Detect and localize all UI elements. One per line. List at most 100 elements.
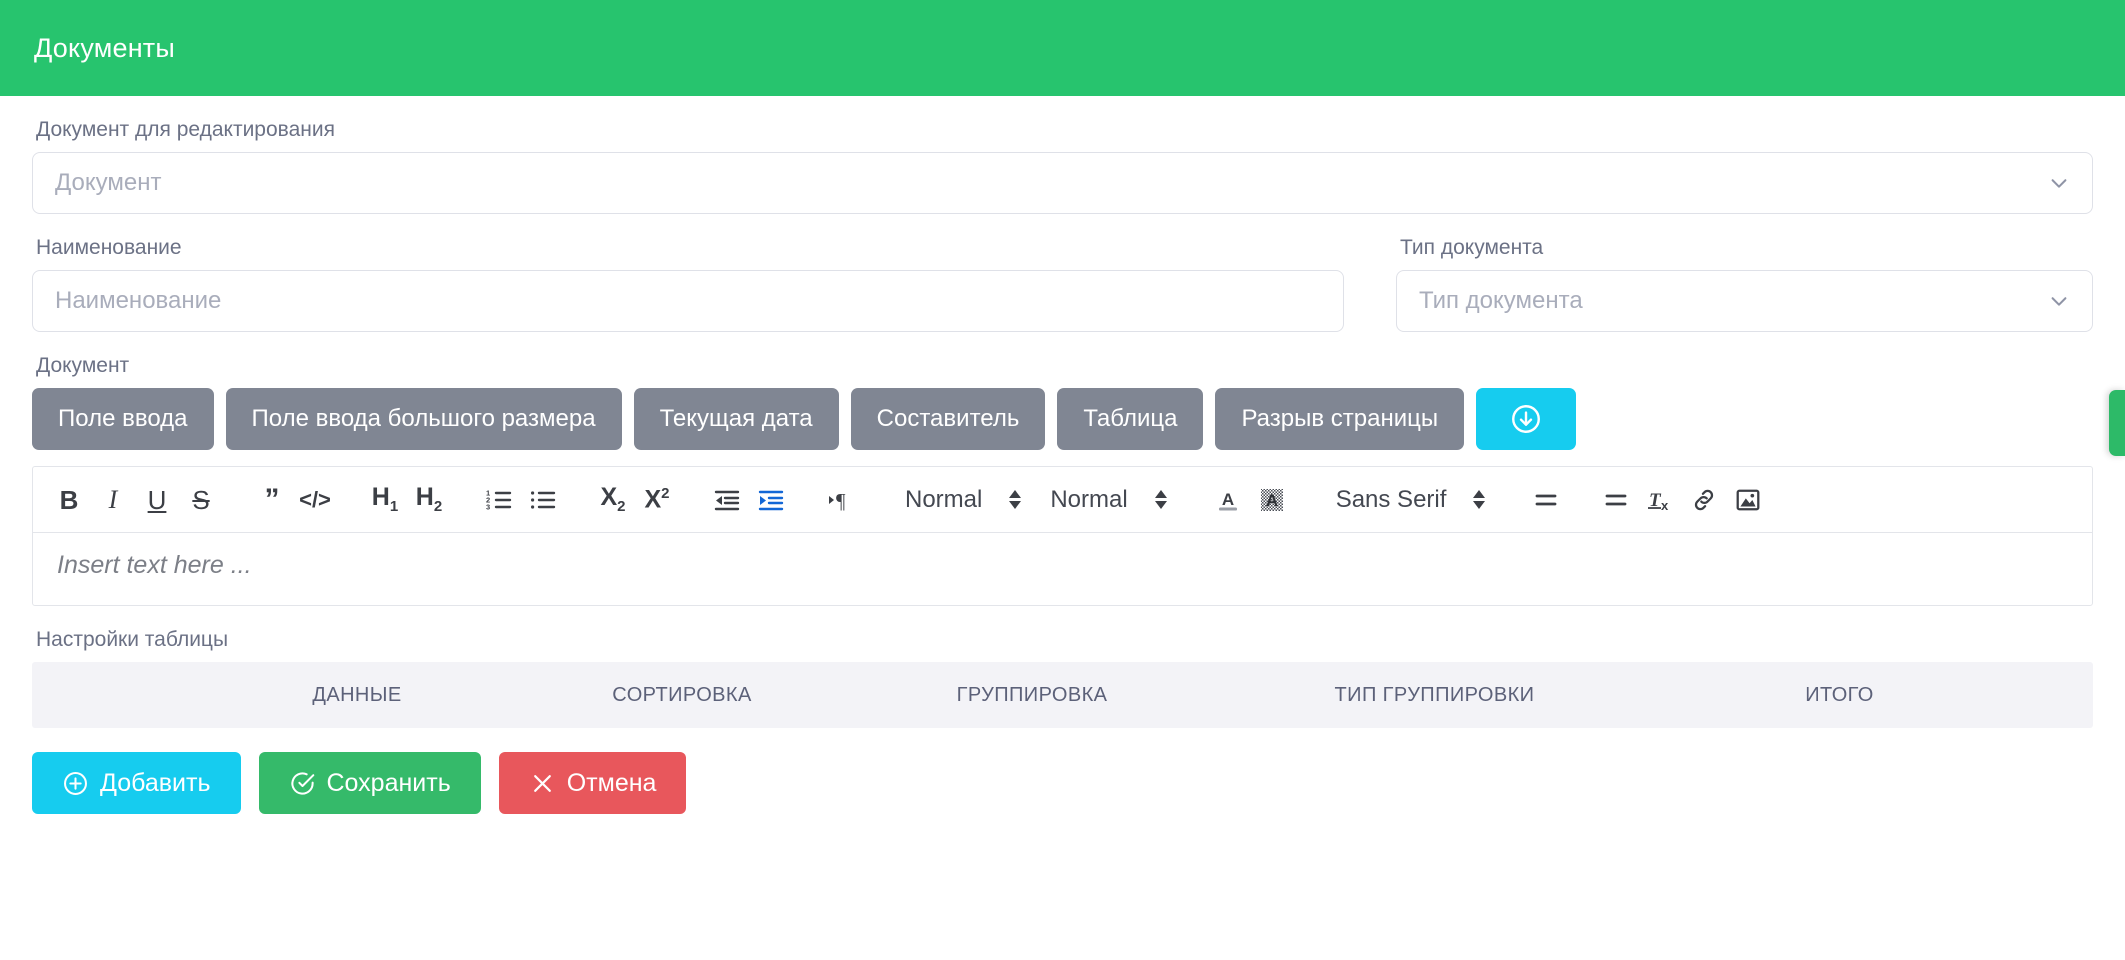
toolbar-group-indent	[705, 476, 793, 524]
toolbar-group-colors: A A	[1206, 476, 1294, 524]
chip-input-field[interactable]: Поле ввода	[32, 388, 214, 450]
toolbar-group-headings: H1 H2	[363, 476, 451, 524]
save-button[interactable]: Сохранить	[258, 752, 481, 814]
download-button[interactable]	[1476, 388, 1577, 450]
chip-author[interactable]: Составитель	[850, 388, 1046, 450]
italic-icon: I	[108, 484, 118, 514]
strikethrough-icon: S	[192, 484, 210, 515]
chevron-updown-icon	[1154, 490, 1168, 509]
side-panel-toggle-tab[interactable]	[2109, 390, 2125, 456]
save-button-label: Сохранить	[326, 768, 451, 797]
table-settings-header: ДАННЫЕ СОРТИРОВКА ГРУППИРОВКА ТИП ГРУППИ…	[32, 662, 2093, 728]
table-col-sorting: СОРТИРОВКА	[612, 683, 752, 706]
code-icon: </>	[299, 486, 331, 512]
size-select-value: Normal	[905, 485, 983, 513]
svg-text:A: A	[1222, 490, 1234, 509]
indent-button[interactable]	[749, 476, 793, 524]
clear-format-button[interactable]: T x	[1638, 476, 1682, 524]
svg-text:x: x	[1661, 498, 1669, 513]
doc-type-label: Тип документа	[1400, 236, 1544, 259]
heading-1-button[interactable]: H1	[363, 476, 407, 524]
doc-select[interactable]: Документ	[32, 152, 2093, 214]
name-input-wrap[interactable]: Наименование	[32, 270, 1344, 332]
main-content: Документ для редактирования Документ Наи…	[0, 118, 2125, 840]
cancel-button-label: Отмена	[566, 768, 657, 797]
outdent-icon	[714, 489, 740, 511]
size-select[interactable]: Normal	[889, 476, 1034, 524]
close-icon	[529, 770, 556, 797]
outdent-button[interactable]	[705, 476, 749, 524]
italic-button[interactable]: I	[91, 476, 135, 524]
plus-circle-icon	[62, 770, 89, 797]
chevron-updown-icon	[1472, 490, 1486, 509]
cancel-button[interactable]: Отмена	[498, 752, 687, 814]
underline-button[interactable]: U	[135, 476, 179, 524]
add-button[interactable]: Добавить	[32, 752, 241, 814]
editor-placeholder: Insert text here ...	[57, 551, 252, 579]
strikethrough-button[interactable]: S	[179, 476, 223, 524]
clear-format-icon: T x	[1646, 487, 1674, 513]
ordered-list-button[interactable]: 1 2 3	[477, 476, 521, 524]
chip-table[interactable]: Таблица	[1057, 388, 1204, 450]
h1-icon: H1	[371, 483, 399, 515]
name-label: Наименование	[36, 236, 182, 259]
document-insert-toolbar: Поле ввода Поле ввода большого размера Т…	[32, 388, 2093, 450]
text-color-button[interactable]: A	[1206, 476, 1250, 524]
bullet-list-button[interactable]	[521, 476, 565, 524]
image-button[interactable]	[1726, 476, 1770, 524]
toolbar-group-align	[1524, 476, 1568, 524]
subscript-button[interactable]: X2	[591, 476, 635, 524]
editor-toolbar: B I U S ” </> H1 H2 1 2 3 X2 X2 ¶ Normal…	[32, 466, 2093, 532]
font-select-value: Sans Serif	[1335, 485, 1447, 513]
background-color-button[interactable]: A	[1250, 476, 1294, 524]
superscript-button[interactable]: X2	[635, 476, 679, 524]
chevron-down-icon	[2048, 172, 2070, 194]
doc-select-value: Документ	[55, 169, 162, 196]
header-select-value: Normal	[1050, 485, 1128, 513]
table-col-total: ИТОГО	[1805, 683, 1874, 706]
document-section-label: Документ	[36, 354, 130, 377]
editor-content-area[interactable]: Insert text here ...	[32, 532, 2093, 606]
doc-type-select[interactable]: Тип документа	[1396, 270, 2093, 332]
doc-type-field-group: Тип документа Тип документа	[1396, 214, 2093, 332]
superscript-icon: X2	[644, 485, 670, 514]
action-buttons: Добавить Сохранить Отмена	[32, 752, 2093, 840]
chip-large-input-field[interactable]: Поле ввода большого размера	[225, 388, 622, 450]
subscript-icon: X2	[600, 483, 626, 515]
h2-icon: H2	[415, 483, 443, 515]
blockquote-button[interactable]: ”	[249, 476, 293, 524]
text-color-icon: A	[1215, 487, 1241, 513]
page-root: Документы Документ для редактирования До…	[0, 0, 2125, 960]
code-block-button[interactable]: </>	[293, 476, 337, 524]
chip-page-break[interactable]: Разрыв страницы	[1215, 388, 1465, 450]
table-col-grouping: ГРУППИРОВКА	[956, 683, 1108, 706]
toolbar-group-block: ” </>	[249, 476, 337, 524]
page-title: Документы	[34, 32, 175, 63]
chevron-updown-icon	[1008, 490, 1022, 509]
add-button-label: Добавить	[100, 768, 211, 797]
name-input-placeholder: Наименование	[55, 287, 222, 314]
font-select[interactable]: Sans Serif	[1320, 476, 1499, 524]
align-secondary-button[interactable]	[1594, 476, 1638, 524]
heading-2-button[interactable]: H2	[407, 476, 451, 524]
underline-icon: U	[147, 484, 167, 515]
doc-select-label: Документ для редактирования	[36, 118, 335, 141]
toolbar-group-extras: T x	[1594, 476, 1770, 524]
header-select[interactable]: Normal	[1034, 476, 1179, 524]
bold-icon: B	[59, 484, 79, 515]
toolbar-group-script: X2 X2	[591, 476, 679, 524]
align-button[interactable]	[1524, 476, 1568, 524]
toolbar-group-lists: 1 2 3	[477, 476, 565, 524]
background-color-icon: A	[1259, 487, 1285, 513]
text-direction-icon: ¶	[827, 488, 855, 512]
bold-button[interactable]: B	[47, 476, 91, 524]
chip-current-date[interactable]: Текущая дата	[633, 388, 839, 450]
name-and-type-row: Наименование Наименование Тип документа …	[32, 214, 2093, 332]
chevron-down-icon	[2048, 290, 2070, 312]
ordered-list-icon: 1 2 3	[486, 488, 512, 512]
download-circle-icon	[1509, 402, 1543, 436]
table-col-grouping-type: ТИП ГРУППИРОВКИ	[1334, 683, 1535, 706]
text-direction-button[interactable]: ¶	[819, 476, 863, 524]
link-button[interactable]	[1682, 476, 1726, 524]
app-header: Документы	[0, 0, 2125, 96]
